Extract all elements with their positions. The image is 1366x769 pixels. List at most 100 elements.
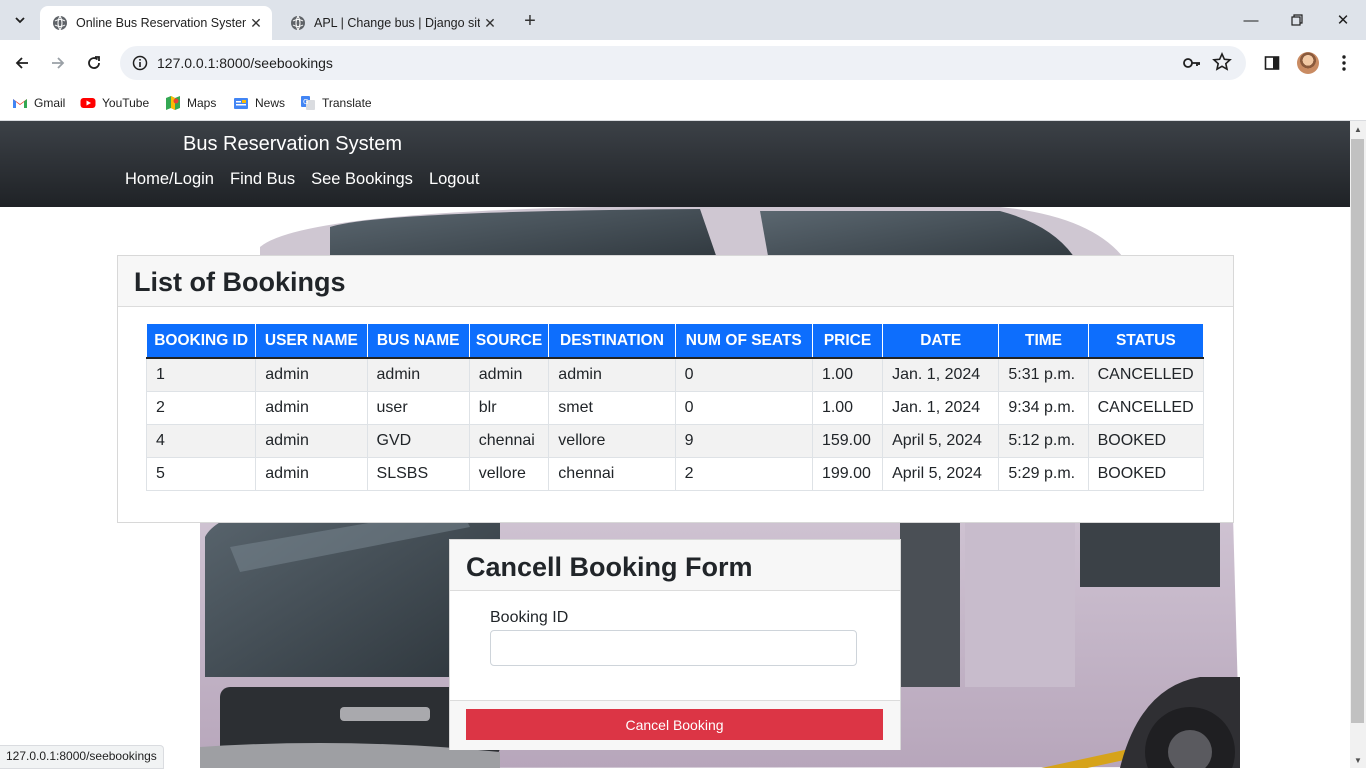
cell-user-name: admin [255, 457, 368, 491]
reload-button[interactable] [80, 49, 108, 77]
status-bar-url: 127.0.0.1:8000/seebookings [0, 745, 164, 769]
browser-menu-button[interactable] [1330, 49, 1358, 77]
maps-icon [165, 95, 181, 111]
globe-icon [290, 15, 306, 31]
nav-link-home-login[interactable]: Home/Login [125, 170, 214, 189]
profile-avatar[interactable] [1297, 52, 1319, 74]
new-tab-button[interactable]: + [516, 8, 544, 34]
nav-link-see-bookings[interactable]: See Bookings [311, 170, 413, 189]
side-panel-button[interactable] [1258, 49, 1286, 77]
close-icon[interactable]: ✕ [480, 13, 500, 33]
web-page: Bus Reservation System Home/Login Find B… [0, 121, 1350, 768]
bookmark-maps[interactable]: Maps [165, 93, 216, 113]
news-icon [233, 95, 249, 111]
column-header: USER NAME [255, 323, 368, 359]
cell-user-name: admin [255, 357, 368, 392]
column-header: STATUS [1087, 323, 1205, 359]
cell-price: 1.00 [811, 357, 884, 392]
side-panel-icon [1264, 56, 1280, 70]
globe-icon [52, 15, 68, 31]
back-button[interactable] [8, 49, 36, 77]
nav-link-find-bus[interactable]: Find Bus [230, 170, 295, 189]
bookmark-label: Gmail [34, 96, 66, 110]
site-info-icon[interactable] [128, 51, 152, 75]
restore-button[interactable] [1274, 0, 1320, 40]
bookmark-label: News [255, 96, 286, 110]
bookmark-gmail[interactable]: Gmail [12, 93, 65, 113]
translate-icon: G [300, 95, 316, 111]
cell-destination: vellore [548, 424, 676, 458]
scroll-down-icon[interactable]: ▼ [1350, 752, 1366, 768]
cell-bus-name: SLSBS [366, 457, 470, 491]
cell-booking-id: 4 [145, 424, 257, 458]
scrollbar-thumb[interactable] [1351, 139, 1364, 723]
svg-text:G: G [303, 98, 308, 106]
cell-source: chennai [468, 424, 550, 458]
column-header: TIME [998, 323, 1089, 359]
back-arrow-icon [15, 57, 28, 69]
address-bar[interactable]: 127.0.0.1:8000/seebookings [120, 46, 1246, 80]
bookmarks-bar: Gmail YouTube Maps News G Translate [0, 86, 1366, 121]
tab-search-button[interactable] [8, 6, 32, 34]
cell-destination: admin [548, 357, 676, 392]
bookmark-news[interactable]: News [233, 93, 285, 113]
tab-online-bus-reservation[interactable]: Online Bus Reservation System ✕ [40, 6, 272, 40]
kebab-menu-icon [1342, 55, 1346, 71]
bookmark-translate[interactable]: G Translate [300, 93, 372, 113]
nav-link-logout[interactable]: Logout [429, 170, 479, 189]
column-header: SOURCE [468, 323, 550, 359]
table-row: 1 admin admin admin admin 0 1.00 Jan. 1,… [145, 357, 1205, 392]
cell-time: 5:29 p.m. [998, 457, 1089, 491]
column-header: NUM OF SEATS [674, 323, 813, 359]
bookmark-label: Translate [322, 96, 372, 110]
close-window-button[interactable]: ✕ [1320, 0, 1366, 40]
forward-button[interactable] [44, 49, 72, 77]
close-icon[interactable]: ✕ [246, 13, 266, 33]
minimize-button[interactable]: — [1228, 0, 1274, 40]
booking-id-input[interactable] [490, 630, 857, 666]
cell-status: BOOKED [1087, 424, 1205, 458]
scroll-up-icon[interactable]: ▲ [1350, 121, 1366, 137]
cell-status: CANCELLED [1087, 357, 1205, 392]
cancel-booking-button[interactable]: Cancel Booking [466, 709, 883, 740]
table-row: 2 admin user blr smet 0 1.00 Jan. 1, 202… [145, 391, 1205, 425]
bookmark-youtube[interactable]: YouTube [80, 93, 149, 113]
cell-status: BOOKED [1087, 457, 1205, 491]
cell-num-seats: 2 [674, 457, 813, 491]
cell-num-seats: 9 [674, 424, 813, 458]
cancel-card-footer: Cancel Booking [450, 700, 900, 750]
page-scrollbar[interactable]: ▲ ▼ [1350, 121, 1366, 768]
cell-date: April 5, 2024 [882, 457, 1000, 491]
bookings-table: BOOKING ID USER NAME BUS NAME SOURCE DES… [145, 323, 1205, 491]
tab-apl-change-bus[interactable]: APL | Change bus | Django site ✕ [278, 6, 506, 40]
cell-destination: chennai [548, 457, 676, 491]
column-header: DESTINATION [548, 323, 676, 359]
table-row: 5 admin SLSBS vellore chennai 2 199.00 A… [145, 457, 1205, 491]
url-text: 127.0.0.1:8000/seebookings [157, 55, 333, 71]
cell-date: Jan. 1, 2024 [882, 391, 1000, 425]
cancel-card-title: Cancell Booking Form [450, 540, 900, 591]
password-key-icon[interactable] [1182, 53, 1202, 78]
cell-booking-id: 2 [145, 391, 257, 425]
column-header: PRICE [811, 323, 884, 359]
cancel-booking-card: Cancell Booking Form Booking ID Cancel B… [449, 539, 901, 750]
cell-source: admin [468, 357, 550, 392]
browser-toolbar: 127.0.0.1:8000/seebookings [0, 40, 1366, 86]
navbar-brand[interactable]: Bus Reservation System [183, 133, 402, 156]
bookmark-star-icon[interactable] [1212, 52, 1232, 77]
bookings-card: List of Bookings BOOKING ID USER NAME BU… [117, 255, 1234, 523]
minimize-icon: — [1243, 11, 1259, 29]
close-icon: ✕ [1336, 12, 1350, 29]
tab-title: Online Bus Reservation System [76, 16, 246, 30]
cell-booking-id: 5 [145, 457, 257, 491]
plus-icon: + [524, 9, 536, 32]
cell-source: vellore [468, 457, 550, 491]
cell-num-seats: 0 [674, 391, 813, 425]
table-header-row: BOOKING ID USER NAME BUS NAME SOURCE DES… [145, 323, 1205, 359]
cell-num-seats: 0 [674, 357, 813, 392]
column-header: BOOKING ID [145, 323, 257, 359]
booking-id-label: Booking ID [490, 609, 569, 626]
tab-title: APL | Change bus | Django site [314, 16, 480, 30]
cell-time: 9:34 p.m. [998, 391, 1089, 425]
cell-price: 1.00 [811, 391, 884, 425]
